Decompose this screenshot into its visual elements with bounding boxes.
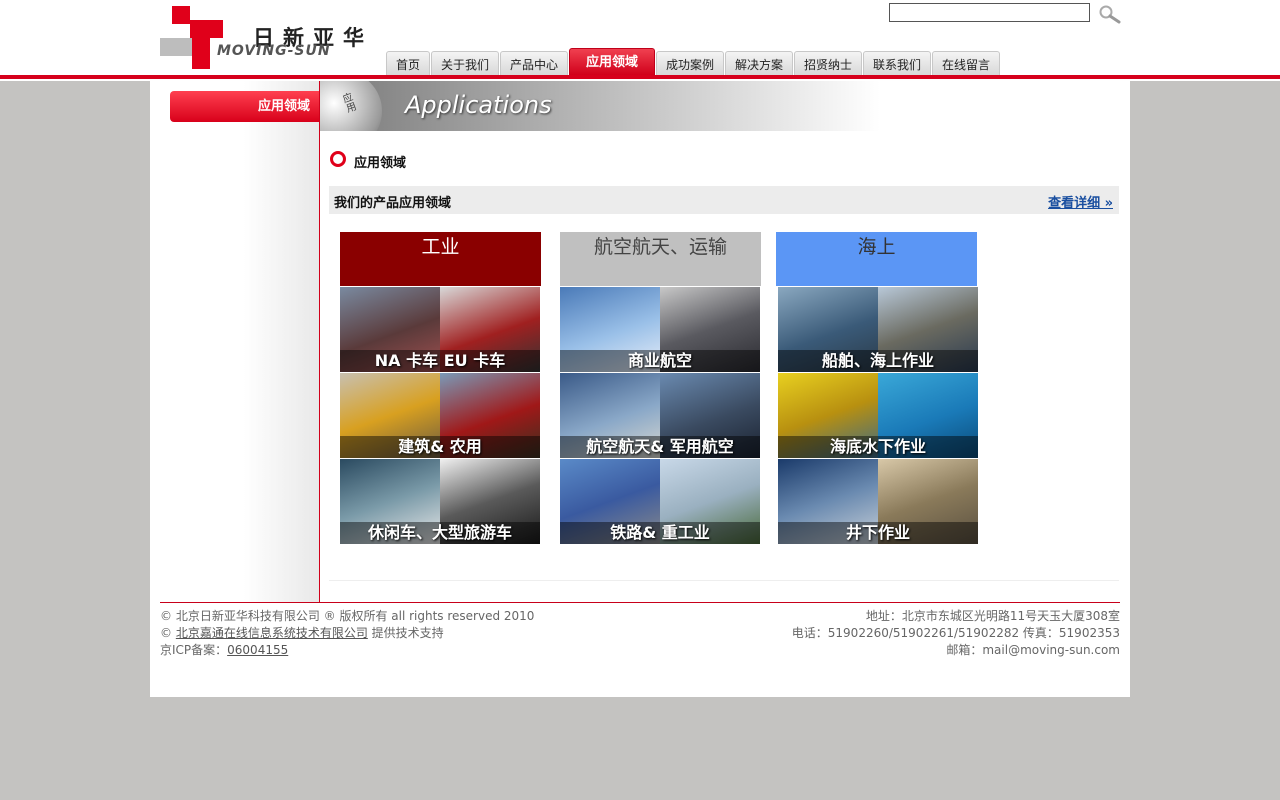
tile-rail-heavy[interactable]: 铁路& 重工业 <box>560 459 760 544</box>
footer-support: © 北京嘉通在线信息系统技术有限公司 提供技术支持 <box>160 625 534 642</box>
tile-label: 航空航天& 军用航空 <box>560 436 760 458</box>
subheading-title: 我们的产品应用领域 <box>334 196 452 211</box>
footer-support-prefix: © <box>160 626 176 640</box>
tile-label: NA 卡车 EU 卡车 <box>340 350 540 372</box>
nav-careers[interactable]: 招贤纳士 <box>794 51 862 75</box>
nav-products[interactable]: 产品中心 <box>500 51 568 75</box>
logo-square-red-right <box>190 20 223 38</box>
tile-label: 铁路& 重工业 <box>560 522 760 544</box>
tile-military-aviation[interactable]: 航空航天& 军用航空 <box>560 373 760 458</box>
search-input[interactable] <box>889 3 1090 22</box>
footer-address: 地址：北京市东城区光明路11号天玉大厦308室 <box>865 609 1120 623</box>
footer-icp-prefix: 京ICP备案： <box>160 643 228 657</box>
nav-about[interactable]: 关于我们 <box>431 51 499 75</box>
banner-title: Applications <box>405 91 552 119</box>
sidebar <box>150 81 320 602</box>
footer-copyright: © 北京日新亚华科技有限公司 ® 版权所有 all rights reserve… <box>160 609 535 623</box>
nav-message[interactable]: 在线留言 <box>932 51 1000 75</box>
footer-support-suffix: 提供技术支持 <box>367 626 444 640</box>
header-divider <box>0 75 1280 79</box>
content-divider <box>329 580 1119 581</box>
category-marine[interactable]: 海上 船舶、海上作业 海底水下作业 井下作业 <box>776 232 978 544</box>
tile-label: 休闲车、大型旅游车 <box>340 522 540 544</box>
tile-trucks[interactable]: NA 卡车 EU 卡车 <box>340 287 540 372</box>
nav-cases[interactable]: 成功案例 <box>656 51 724 75</box>
sidebar-divider <box>319 81 320 602</box>
nav-applications[interactable]: 应用领域 <box>569 48 655 75</box>
tile-downhole[interactable]: 井下作业 <box>778 459 978 544</box>
logo-square-gray <box>160 38 192 56</box>
nav-solutions[interactable]: 解决方案 <box>725 51 793 75</box>
category-industry[interactable]: 工业 NA 卡车 EU 卡车 建筑& 农用 休闲车、大型旅游车 <box>340 232 541 544</box>
nav-home[interactable]: 首页 <box>386 51 430 75</box>
footer-email: 邮箱：mail@moving-sun.com <box>946 643 1120 657</box>
tile-leisure[interactable]: 休闲车、大型旅游车 <box>340 459 540 544</box>
footer-phone: 电话：51902260/51902261/51902282 传真：5190235… <box>791 626 1120 640</box>
view-details-link[interactable]: 查看详细 » <box>1048 192 1113 211</box>
section-banner: 应用 Applications <box>320 81 880 131</box>
footer-icp: 京ICP备案：06004155 <box>160 642 534 659</box>
tile-construction[interactable]: 建筑& 农用 <box>340 373 540 458</box>
tile-label: 商业航空 <box>560 350 760 372</box>
page-title: 应用领域 <box>354 156 407 171</box>
footer-left: © 北京日新亚华科技有限公司 ® 版权所有 all rights reserve… <box>160 608 534 659</box>
support-company-link[interactable]: 北京嘉通在线信息系统技术有限公司 <box>176 626 368 640</box>
banner-disc-image: 应用 <box>320 81 382 131</box>
category-header: 海上 <box>776 232 977 286</box>
search-icon[interactable] <box>1098 4 1122 24</box>
tile-label: 井下作业 <box>778 522 978 544</box>
category-aerospace[interactable]: 航空航天、运输 商业航空 航空航天& 军用航空 铁路& 重工业 <box>560 232 761 544</box>
logo-square-red-top <box>172 6 190 24</box>
footer-divider <box>160 602 1120 603</box>
tile-label: 海底水下作业 <box>778 436 978 458</box>
category-header: 工业 <box>340 232 541 286</box>
subheading-bar: 我们的产品应用领域 查看详细 » <box>329 186 1119 214</box>
tile-label: 船舶、海上作业 <box>778 350 978 372</box>
footer-right: 地址：北京市东城区光明路11号天玉大厦308室 电话：51902260/5190… <box>792 608 1120 659</box>
tile-label: 建筑& 农用 <box>340 436 540 458</box>
tile-subsea[interactable]: 海底水下作业 <box>778 373 978 458</box>
banner-disc-text: 应用 <box>338 91 357 115</box>
logo-english-text: MOVING-SUN <box>217 43 331 59</box>
nav-contact[interactable]: 联系我们 <box>863 51 931 75</box>
tile-ship-offshore[interactable]: 船舶、海上作业 <box>778 287 978 372</box>
tile-commercial-aviation[interactable]: 商业航空 <box>560 287 760 372</box>
ring-icon <box>330 151 346 167</box>
sidebar-item-applications[interactable]: 应用领域 <box>170 91 320 122</box>
site-logo[interactable]: 日新亚华 MOVING-SUN <box>160 6 375 70</box>
category-header: 航空航天、运输 <box>560 232 761 286</box>
logo-square-red-bottom <box>192 38 210 69</box>
icp-link[interactable]: 06004155 <box>227 643 288 657</box>
